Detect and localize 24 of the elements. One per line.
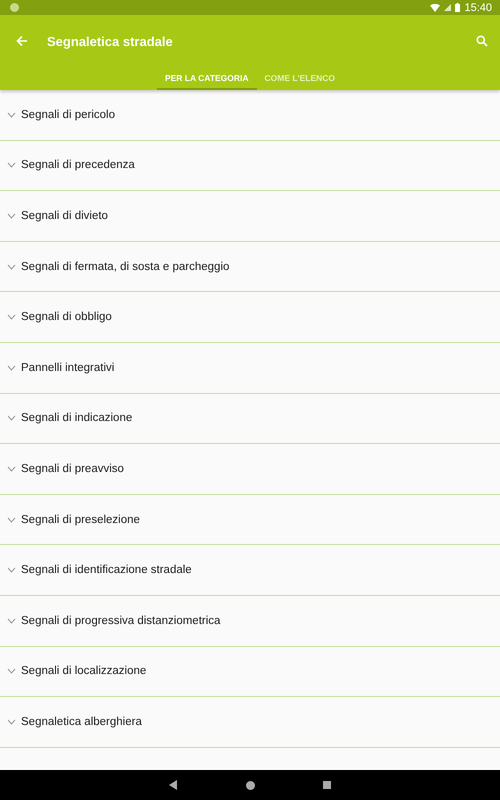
category-row[interactable]: Segnali di obbligo (0, 292, 500, 343)
screen-title: Segnaletica stradale (47, 34, 173, 48)
category-row[interactable]: Segnali di preselezione (0, 494, 500, 546)
category-row[interactable]: Segnali di indicazione (0, 394, 500, 444)
status-time: 15:40 (464, 2, 492, 14)
category-row[interactable]: Segnali di divieto (0, 191, 500, 242)
category-row[interactable]: Segnali di fermata, di sosta e parcheggio (0, 242, 500, 292)
back-arrow-icon[interactable] (16, 35, 28, 47)
category-row[interactable]: Segnali di identificazione stradale (0, 545, 500, 596)
signal-icon (444, 4, 452, 11)
recents-icon[interactable] (323, 781, 331, 789)
battery-icon (455, 3, 460, 12)
category-row[interactable]: Segnali di precedenza (0, 140, 500, 192)
category-row[interactable]: Segnali di preavviso (0, 444, 500, 495)
category-row[interactable]: Pannelli integrativi (0, 342, 500, 394)
category-row[interactable]: Segnali di progressiva distanziometrica (0, 596, 500, 647)
notification-icon (10, 3, 19, 12)
category-row[interactable]: Segnali di pericolo (0, 90, 500, 141)
category-row[interactable]: Segnali di localizzazione (0, 646, 500, 698)
search-icon[interactable] (476, 35, 488, 47)
category-row[interactable]: Segnaletica alberghiera (0, 697, 500, 748)
home-icon[interactable] (246, 780, 255, 790)
back-icon[interactable] (169, 780, 178, 790)
wifi-icon (430, 4, 440, 12)
